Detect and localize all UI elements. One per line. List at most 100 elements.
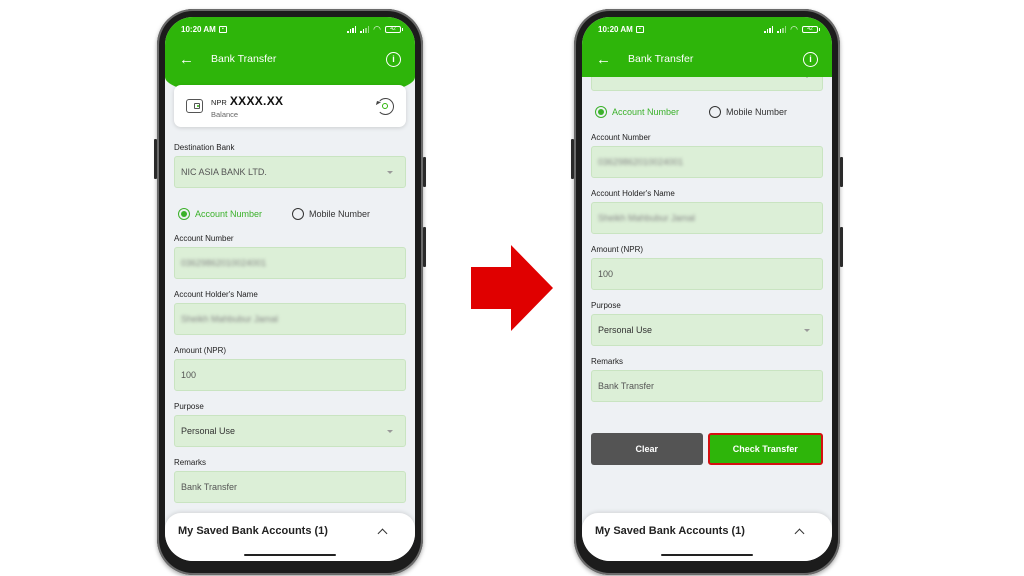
amount-input[interactable]: 100 [591,258,823,290]
saved-accounts-sheet[interactable]: My Saved Bank Accounts (1) [165,513,415,561]
battery-icon: 42 [802,25,820,33]
chevron-up-icon[interactable] [794,528,805,539]
account-holder-input[interactable]: Sheikh Mahbubur Jamal [591,202,823,234]
destination-bank-label: Destination Bank [174,143,235,152]
amount-label: Amount (NPR) [591,245,644,254]
purpose-select[interactable]: Personal Use [591,314,823,346]
wifi-icon: ◠ [373,23,381,34]
remarks-label: Remarks [591,357,624,366]
back-arrow-icon[interactable]: ← [596,51,622,68]
signal-icon [360,25,370,33]
signal-icon [777,25,787,33]
page-title: Bank Transfer [628,53,694,65]
check-transfer-button[interactable]: Check Transfer [707,433,823,465]
account-holder-input[interactable]: Sheikh Mahbubur Jamal [174,303,406,335]
signal-icon [347,25,357,33]
red-arrow-icon [471,245,553,331]
purpose-label: Purpose [174,402,204,411]
radio-account-number[interactable]: Account Number [178,208,262,220]
chevron-up-icon[interactable] [377,528,388,539]
screen: 10:20 AM ▪ ◠ 42 ← Bank Transfer i NPR XX… [165,17,415,561]
notification-icon: ▪ [635,25,644,33]
wifi-icon: ◠ [790,23,798,34]
purpose-label: Purpose [591,301,621,310]
status-time: 10:20 AM [598,24,633,34]
status-bar: 10:20 AM ▪ ◠ 42 [582,17,832,41]
home-indicator [661,553,753,556]
purpose-value: Personal Use [181,426,236,436]
account-type-radio-group: Account Number Mobile Number [174,199,406,229]
purpose-select[interactable]: Personal Use [174,415,406,447]
radio-checked-icon [595,106,607,118]
account-number-value: 03629862010024001 [181,258,267,268]
clear-button[interactable]: Clear [591,433,703,465]
wallet-icon [186,99,203,113]
dropdown-caret-icon [387,170,393,174]
remarks-label: Remarks [174,458,207,467]
account-number-label: Account Number [591,133,651,142]
balance-label: Balance [211,109,239,119]
radio-label: Mobile Number [726,107,788,117]
radio-account-number[interactable]: Account Number [595,106,679,118]
status-bar: 10:20 AM ▪ ◠ 42 [165,17,415,41]
account-holder-label: Account Holder's Name [174,290,258,299]
radio-mobile-number[interactable]: Mobile Number [292,208,370,220]
back-arrow-icon[interactable]: ← [179,51,205,68]
transfer-form: NIC ASIA BANK LTD. Account Number Mobile… [591,61,823,465]
remarks-input[interactable]: Bank Transfer [591,370,823,402]
remarks-value: Bank Transfer [181,482,238,492]
transfer-form: Destination Bank NIC ASIA BANK LTD. Acco… [174,143,406,514]
info-icon[interactable]: i [386,51,401,67]
account-number-value: 03629862010024001 [598,157,684,167]
account-number-input[interactable]: 03629862010024001 [174,247,406,279]
account-holder-label: Account Holder's Name [591,189,675,198]
saved-accounts-sheet[interactable]: My Saved Bank Accounts (1) [582,513,832,561]
phone-before: 10:20 AM ▪ ◠ 42 ← Bank Transfer i NPR XX… [154,9,426,575]
destination-bank-value: NIC ASIA BANK LTD. [181,167,267,177]
side-button [840,157,843,187]
app-bar: ← Bank Transfer i [582,41,832,77]
account-type-radio-group: Account Number Mobile Number [591,97,823,127]
battery-icon: 42 [385,25,403,33]
balance-amount: XXXX.XX [229,93,284,108]
remarks-input[interactable]: Bank Transfer [174,471,406,503]
balance-card: NPR XXXX.XX Balance [174,85,406,127]
page-title: Bank Transfer [211,53,277,65]
radio-label: Mobile Number [309,209,371,219]
account-holder-value: Sheikh Mahbubur Jamal [181,314,279,324]
info-icon[interactable]: i [803,51,818,67]
radio-checked-icon [178,208,190,220]
phone-after: NIC ASIA BANK LTD. Account Number Mobile… [571,9,843,575]
refresh-balance-icon[interactable] [377,97,394,115]
dropdown-caret-icon [387,429,393,433]
purpose-value: Personal Use [598,325,653,335]
balance-currency: NPR [211,97,227,107]
side-button [423,157,426,187]
app-bar: ← Bank Transfer i [165,41,415,77]
amount-value: 100 [181,370,197,380]
account-number-label: Account Number [174,234,234,243]
radio-label: Account Number [195,209,263,219]
destination-bank-select[interactable]: NIC ASIA BANK LTD. [174,156,406,188]
status-time: 10:20 AM [181,24,216,34]
side-button [423,227,426,267]
side-button [840,227,843,267]
form-actions: Clear Check Transfer [591,433,823,465]
amount-value: 100 [598,269,614,279]
side-button [571,139,574,179]
screen: NIC ASIA BANK LTD. Account Number Mobile… [582,17,832,561]
radio-unchecked-icon [292,208,305,220]
amount-input[interactable]: 100 [174,359,406,391]
account-holder-value: Sheikh Mahbubur Jamal [598,213,696,223]
radio-unchecked-icon [709,106,722,118]
side-button [154,139,157,179]
dropdown-caret-icon [804,328,810,332]
radio-mobile-number[interactable]: Mobile Number [709,106,787,118]
remarks-value: Bank Transfer [598,381,655,391]
amount-label: Amount (NPR) [174,346,227,355]
signal-icon [764,25,774,33]
saved-accounts-title: My Saved Bank Accounts (1) [595,525,745,537]
account-number-input[interactable]: 03629862010024001 [591,146,823,178]
radio-label: Account Number [612,107,680,117]
saved-accounts-title: My Saved Bank Accounts (1) [178,525,328,537]
